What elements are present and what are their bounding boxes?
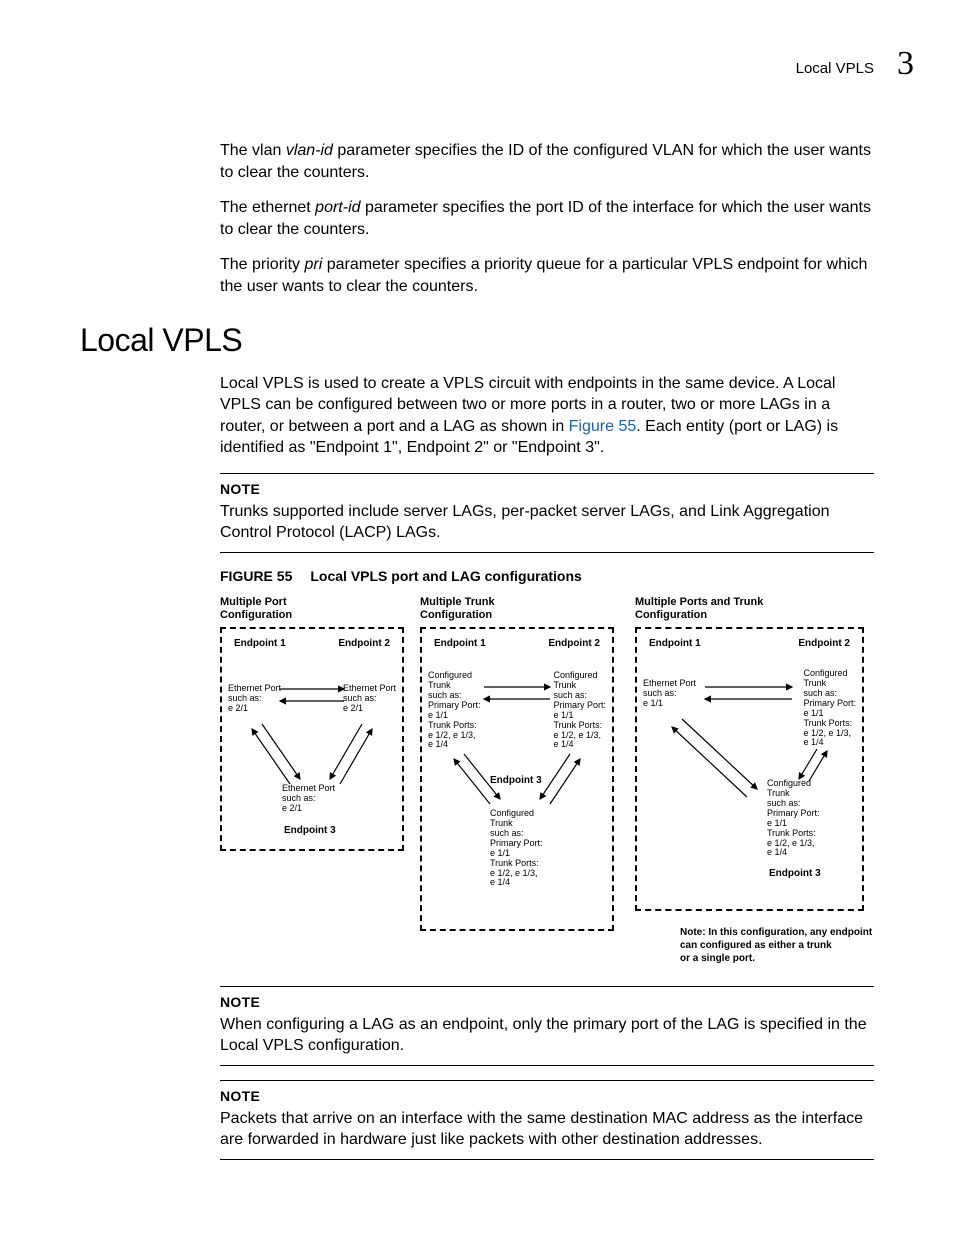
note-body: Packets that arrive on an interface with… xyxy=(220,1108,874,1151)
text: The priority xyxy=(220,256,304,273)
note-label: NOTE xyxy=(220,480,874,499)
arrows-icon xyxy=(422,629,612,929)
body-column: The vlan vlan-id parameter specifies the… xyxy=(220,140,874,298)
param-port-id: port-id xyxy=(315,199,360,216)
text: The vlan xyxy=(220,142,286,159)
param-vlan-id: vlan-id xyxy=(286,142,333,159)
config-ports-and-trunk: Multiple Ports and Trunk Configuration E… xyxy=(635,596,865,911)
config-box: Endpoint 1 Endpoint 2 Ethernet Port such… xyxy=(635,627,864,911)
config-title: Multiple Ports and Trunk Configuration xyxy=(635,596,865,621)
config-multiple-trunk: Multiple Trunk Configuration Endpoint 1 … xyxy=(420,596,620,931)
param-pri: pri xyxy=(304,256,322,273)
figure-reference[interactable]: Figure 55 xyxy=(569,418,637,435)
running-head: Local VPLS xyxy=(796,60,874,77)
figure-caption: FIGURE 55 Local VPLS port and LAG configu… xyxy=(220,567,874,586)
text: The ethernet xyxy=(220,199,315,216)
arrows-icon xyxy=(222,629,402,849)
config-multiple-port: Multiple Port Configuration Endpoint 1 E… xyxy=(220,596,410,851)
page: Local VPLS 3 The vlan vlan-id parameter … xyxy=(0,0,954,1235)
note-mac-forwarding: NOTE Packets that arrive on an interface… xyxy=(220,1080,874,1160)
arrows-icon xyxy=(637,629,862,909)
note-label: NOTE xyxy=(220,993,874,1012)
note-lag-primary: NOTE When configuring a LAG as an endpoi… xyxy=(220,986,874,1066)
note-trunks: NOTE Trunks supported include server LAG… xyxy=(220,473,874,553)
figure-55: Multiple Port Configuration Endpoint 1 E… xyxy=(220,596,880,966)
note-label: NOTE xyxy=(220,1087,874,1106)
note-body: Trunks supported include server LAGs, pe… xyxy=(220,501,874,544)
config-title: Multiple Trunk Configuration xyxy=(420,596,620,621)
page-header: Local VPLS 3 xyxy=(80,60,874,100)
note-body: When configuring a LAG as an endpoint, o… xyxy=(220,1014,874,1057)
figure-title: Local VPLS port and LAG configurations xyxy=(310,568,581,584)
chapter-number: 3 xyxy=(897,45,914,83)
config-title: Multiple Port Configuration xyxy=(220,596,410,621)
paragraph-priority: The priority pri parameter specifies a p… xyxy=(220,254,874,297)
body-column-2: Local VPLS is used to create a VPLS circ… xyxy=(220,373,874,1161)
paragraph-intro: Local VPLS is used to create a VPLS circ… xyxy=(220,373,874,459)
paragraph-vlan: The vlan vlan-id parameter specifies the… xyxy=(220,140,874,183)
config-box: Endpoint 1 Endpoint 2 Configured Trunk s… xyxy=(420,627,614,931)
paragraph-ethernet: The ethernet port-id parameter specifies… xyxy=(220,197,874,240)
config-box: Endpoint 1 Endpoint 2 Ethernet Port such… xyxy=(220,627,404,851)
heading-local-vpls: Local VPLS xyxy=(80,322,874,359)
figure-label: FIGURE 55 xyxy=(220,568,292,584)
figure-footnote: Note: In this configuration, any endpoin… xyxy=(680,926,872,965)
